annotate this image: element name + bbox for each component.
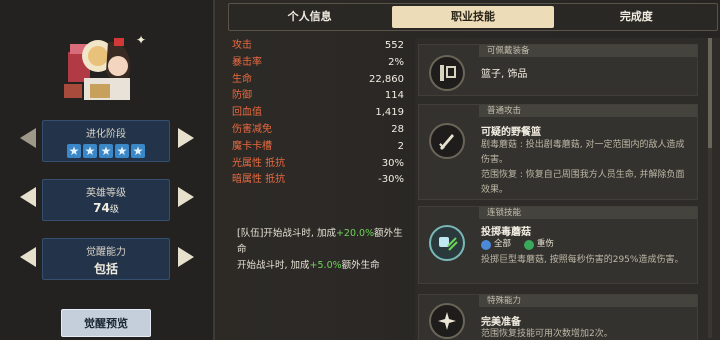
skills-scrollbar[interactable] [708, 38, 712, 338]
target-all-icon [481, 239, 491, 250]
stat-row: 生命 22,860 [232, 73, 404, 85]
stat-row: 防御 114 [232, 90, 404, 102]
tab-bar: 个人信息 职业技能 完成度 [228, 3, 718, 31]
tab-class-skills[interactable]: 职业技能 [392, 6, 554, 28]
star-icon: ★ [99, 144, 113, 158]
level-label: 英雄等级 [86, 188, 126, 199]
level-value: 74级 [93, 201, 119, 215]
scrollbar-thumb[interactable] [708, 38, 712, 148]
star-icon: ★ [83, 144, 97, 158]
normal-attack-desc-1: 剧毒蘑菇 : 投出剧毒蘑菇, 对一定范围内的敌人造成伤害。 [481, 140, 685, 165]
awaken-label: 觉醒能力 [86, 247, 126, 258]
hero-portrait: ✦ [64, 33, 146, 100]
team-bonus-text: [队伍]开始战斗时, 加成+20.0%额外生命 开始战斗时, 加成+5.0%额外… [237, 228, 403, 271]
equipment-icon [429, 55, 465, 91]
chain-skill-header: 连锁技能 [479, 207, 697, 219]
tab-completion[interactable]: 完成度 [556, 4, 717, 30]
star-icon: ★ [67, 144, 81, 158]
stat-row: 回血值 1,419 [232, 107, 404, 119]
level-prev-arrow[interactable] [20, 187, 36, 207]
special-ability-card: 特殊能力 完美准备 范围恢复技能可用次数增加2次。 [418, 294, 698, 340]
evolution-next-arrow[interactable] [178, 128, 194, 148]
awaken-prev-arrow[interactable] [20, 247, 36, 267]
stat-row: 光属性 抵抗 30% [232, 157, 404, 169]
hero-side-panel: ✦ 进化阶段 ★ ★ ★ ★ ★ 英雄等级 74级 觉醒能力 包括 觉醒预览 [0, 0, 215, 340]
stat-row: 魔卡卡槽 2 [232, 140, 404, 152]
stat-row: 伤害减免 28 [232, 123, 404, 135]
equipment-card: 可佩戴装备 篮子, 饰品 [418, 44, 698, 96]
evolution-label: 进化阶段 [86, 129, 126, 140]
evolution-prev-arrow[interactable] [20, 128, 36, 148]
normal-attack-header: 普通攻击 [479, 105, 697, 117]
level-next-arrow[interactable] [178, 187, 194, 207]
skills-panel: 可佩戴装备 篮子, 饰品 普通攻击 可疑的野餐篮 剧毒蘑菇 : 投出剧毒蘑菇, … [415, 38, 720, 340]
normal-attack-card: 普通攻击 可疑的野餐篮 剧毒蘑菇 : 投出剧毒蘑菇, 对一定范围内的敌人造成伤害… [418, 104, 698, 200]
stats-panel: 攻击 552 暴击率 2% 生命 22,860 防御 114 回血值 1,419 伤害减免… [232, 38, 412, 338]
sparkle-icon[interactable] [429, 303, 465, 339]
awaken-box: 觉醒能力 包括 [42, 238, 170, 280]
chain-skill-icon[interactable] [429, 225, 465, 261]
chain-skill-desc: 投掷巨型毒蘑菇, 按照每秒伤害的295%造成伤害。 [481, 255, 684, 265]
normal-attack-desc-2: 范围恢复 : 恢复自己周围我方人员生命, 并解除负面效果。 [481, 170, 685, 195]
chain-skill-name: 投掷毒蘑菇 [481, 227, 531, 238]
evolution-stars: ★ ★ ★ ★ ★ [43, 144, 169, 158]
special-ability-name: 完美准备 [481, 317, 521, 328]
svg-text:✦: ✦ [136, 33, 146, 47]
equipment-header: 可佩戴装备 [479, 45, 697, 57]
awaken-next-arrow[interactable] [178, 247, 194, 267]
hero-level-box: 英雄等级 74级 [42, 179, 170, 221]
awaken-value: 包括 [93, 262, 118, 276]
special-ability-desc: 范围恢复技能可用次数增加2次。 [481, 329, 613, 339]
chain-skill-card: 连锁技能 投掷毒蘑菇 全部 重伤 投掷巨型毒蘑菇, 按照每秒伤害的295%造成伤… [418, 206, 698, 284]
evolution-stage-box: 进化阶段 ★ ★ ★ ★ ★ [42, 120, 170, 162]
star-icon: ★ [131, 144, 145, 158]
stat-row: 暴击率 2% [232, 56, 404, 68]
special-ability-header: 特殊能力 [479, 295, 697, 307]
awaken-preview-button[interactable]: 觉醒预览 [61, 309, 151, 337]
heavy-wound-icon [523, 239, 534, 250]
sword-icon[interactable] [429, 123, 465, 159]
equipment-text: 篮子, 饰品 [481, 69, 528, 80]
stat-row: 暗属性 抵抗 -30% [232, 174, 404, 186]
tab-personal-info[interactable]: 个人信息 [229, 4, 390, 30]
star-icon: ★ [115, 144, 129, 158]
normal-attack-name: 可疑的野餐篮 [481, 127, 541, 138]
stat-row: 攻击 552 [232, 40, 404, 51]
hero-detail-screen: ✦ 进化阶段 ★ ★ ★ ★ ★ 英雄等级 74级 觉醒能力 包括 觉醒预览 个… [0, 0, 720, 340]
